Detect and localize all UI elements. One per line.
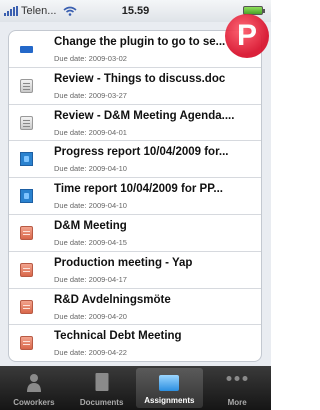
tab-label: Assignments [144, 396, 195, 405]
report-icon [20, 189, 33, 204]
tab-label: Documents [79, 398, 124, 407]
assignment-title: Technical Debt Meeting [54, 330, 182, 343]
assignment-due-date: Due date: 2009-04-10 [54, 164, 127, 174]
tab-assignments[interactable]: Assignments [135, 368, 204, 408]
assignment-row[interactable]: Time report 10/04/2009 for PP... Due dat… [9, 178, 261, 215]
assignment-title: R&D Avdelningsmöte [54, 293, 171, 306]
document-icon [20, 78, 33, 93]
assignment-due-date: Due date: 2009-03-27 [54, 90, 127, 100]
tab-bar: Coworkers Documents Assignments More [0, 366, 271, 410]
assignment-row[interactable]: Review - D&M Meeting Agenda.... Due date… [9, 105, 261, 142]
document-icon [20, 115, 33, 130]
assignment-title: Review - D&M Meeting Agenda.... [54, 109, 235, 122]
app-badge-icon[interactable]: P [225, 14, 269, 58]
more-icon [226, 376, 248, 381]
meeting-icon [20, 299, 33, 314]
assignment-due-date: Due date: 2009-04-20 [54, 311, 127, 321]
assignment-due-date: Due date: 2009-04-17 [54, 274, 127, 284]
tab-documents[interactable]: Documents [68, 366, 136, 410]
plugin-icon [20, 46, 33, 53]
assignment-list: Change the plugin to go to se... Due dat… [8, 30, 262, 362]
meeting-icon [20, 225, 33, 240]
tab-label: Coworkers [13, 398, 55, 407]
assignment-due-date: Due date: 2009-04-15 [54, 237, 127, 247]
meeting-icon [20, 262, 33, 277]
report-icon [20, 152, 33, 167]
tab-coworkers[interactable]: Coworkers [0, 366, 68, 410]
meeting-icon [20, 336, 33, 351]
tab-label: More [227, 398, 247, 407]
assignment-row[interactable]: Technical Debt Meeting Due date: 2009-04… [9, 325, 261, 361]
assignment-title: Progress report 10/04/2009 for... [54, 146, 229, 159]
assignment-due-date: Due date: 2009-04-22 [54, 348, 127, 358]
assignment-row[interactable]: D&M Meeting Due date: 2009-04-15 [9, 215, 261, 252]
app-screen: Telen... 15.59 P Change the plugin to go… [0, 0, 271, 410]
status-time: 15.59 [121, 5, 150, 17]
assignment-title: Production meeting - Yap [54, 256, 193, 269]
assignment-due-date: Due date: 2009-03-02 [54, 54, 127, 63]
assignment-due-date: Due date: 2009-04-01 [54, 127, 127, 137]
assignment-title: D&M Meeting [54, 219, 127, 232]
tab-more[interactable]: More [203, 366, 271, 410]
people-icon [26, 374, 41, 392]
assignment-title: Review - Things to discuss.doc [54, 72, 226, 85]
assignments-icon [159, 375, 180, 391]
documents-icon [95, 373, 109, 391]
assignment-title: Time report 10/04/2009 for PP... [54, 183, 223, 196]
assignment-row[interactable]: R&D Avdelningsmöte Due date: 2009-04-20 [9, 289, 261, 326]
assignment-row[interactable]: Production meeting - Yap Due date: 2009-… [9, 252, 261, 289]
status-bar: Telen... 15.59 [0, 0, 271, 22]
assignment-row[interactable]: Change the plugin to go to se... Due dat… [9, 31, 261, 68]
assignment-due-date: Due date: 2009-04-10 [54, 201, 127, 211]
assignment-row[interactable]: Review - Things to discuss.doc Due date:… [9, 68, 261, 105]
assignment-row[interactable]: Progress report 10/04/2009 for... Due da… [9, 141, 261, 179]
